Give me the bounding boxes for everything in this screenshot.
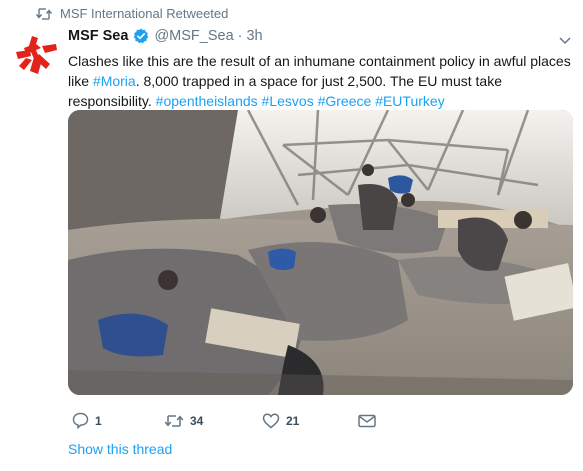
reply-button[interactable]: 1 [72, 412, 164, 429]
direct-message-button[interactable] [358, 414, 376, 428]
verified-badge-icon [133, 28, 149, 44]
timestamp[interactable]: 3h [246, 26, 262, 46]
retweet-icon [164, 414, 184, 427]
tweet-photo[interactable] [68, 110, 573, 395]
retweet-count: 34 [190, 413, 204, 428]
hashtag-link[interactable]: #opentheislands [156, 93, 258, 109]
like-count: 21 [286, 413, 300, 428]
heart-icon [262, 413, 280, 428]
reply-count: 1 [95, 413, 102, 428]
msf-logo-icon [16, 36, 57, 74]
tweet-body: MSF Sea @MSF_Sea · 3h Clashes like this … [68, 26, 573, 111]
retweeted-by-row: MSF International Retweeted [36, 6, 228, 21]
retweet-icon [36, 7, 52, 20]
reply-icon [72, 412, 89, 429]
like-button[interactable]: 21 [262, 413, 358, 429]
hashtag-link[interactable]: #Lesvos [262, 93, 314, 109]
tweet-header: MSF Sea @MSF_Sea · 3h [68, 26, 573, 46]
hashtag-link[interactable]: #Greece [318, 93, 372, 109]
envelope-icon [358, 414, 376, 427]
tweet-actions: 1 34 21 [72, 412, 572, 429]
display-name[interactable]: MSF Sea [68, 26, 128, 46]
photo-image [68, 110, 573, 395]
tweet-text: Clashes like this are the result of an i… [68, 51, 573, 111]
retweeted-by-label[interactable]: MSF International Retweeted [60, 6, 228, 21]
hashtag-link[interactable]: #Moria [93, 73, 136, 89]
hashtag-link[interactable]: #EUTurkey [375, 93, 445, 109]
separator-dot: · [237, 28, 243, 44]
show-thread-link[interactable]: Show this thread [68, 441, 172, 457]
retweet-button[interactable]: 34 [164, 414, 262, 428]
chevron-down-icon[interactable] [559, 32, 571, 50]
avatar[interactable] [12, 30, 60, 78]
user-handle[interactable]: @MSF_Sea [154, 26, 233, 46]
